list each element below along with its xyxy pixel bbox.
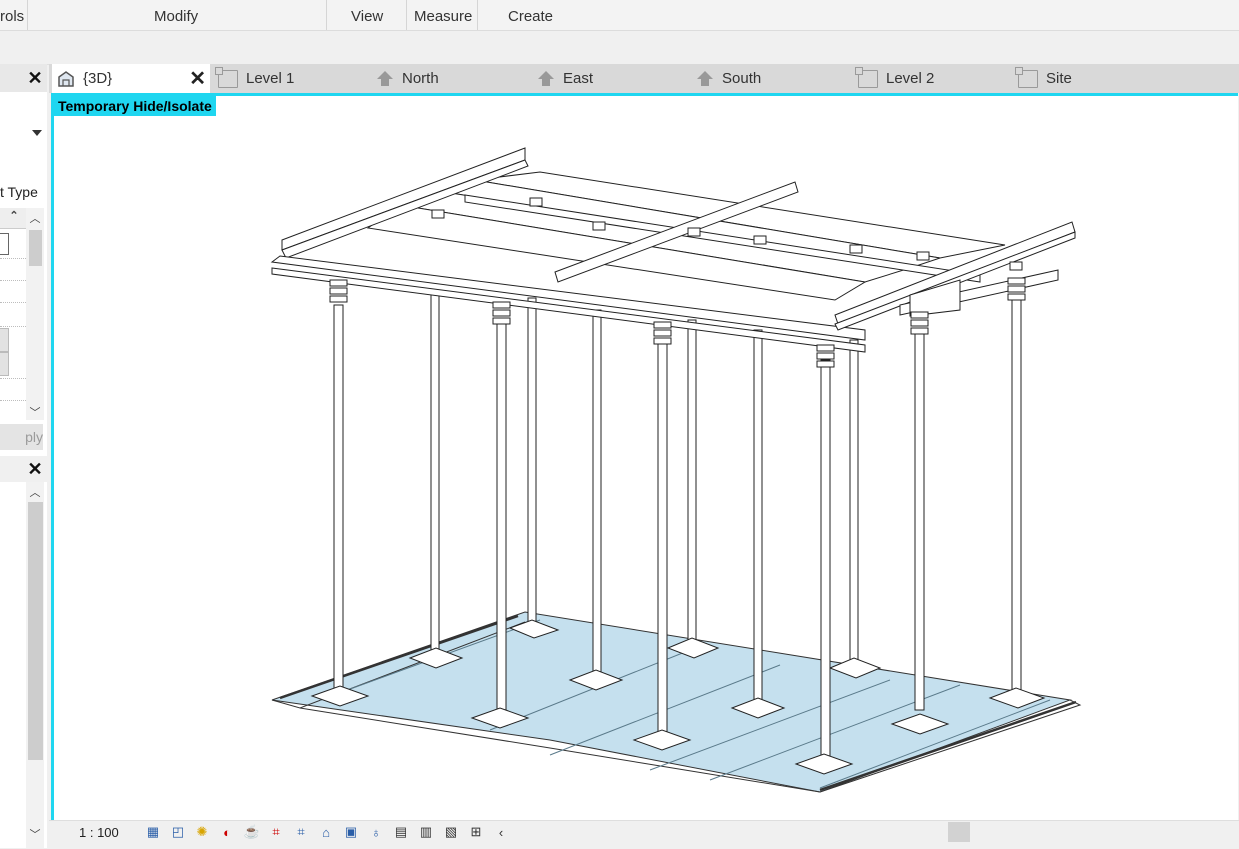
ribbon-separator [27, 0, 28, 30]
ribbon-separator [477, 0, 478, 30]
temporary-hide-isolate-banner: Temporary Hide/Isolate [54, 96, 216, 116]
grid-row [0, 302, 26, 303]
tab-label: Level 1 [246, 70, 295, 87]
3d-house-icon [58, 70, 74, 87]
property-checkbox[interactable] [0, 233, 9, 255]
tab-site[interactable]: Site [1015, 64, 1072, 93]
tab-label: Level 2 [886, 70, 935, 87]
shadows-icon[interactable]: ◐ [217, 823, 237, 841]
scrollbar-thumb[interactable] [29, 230, 42, 266]
highlight-displacement-icon[interactable]: ▤ [391, 823, 411, 841]
scrollbar-thumb[interactable] [28, 502, 43, 760]
metal-deck [271, 611, 1082, 793]
close-tab-icon[interactable]: ✕ [189, 66, 206, 91]
elevation-icon [376, 70, 394, 87]
close-properties-icon[interactable]: ✕ [26, 69, 44, 87]
view-scale[interactable]: 1 : 100 [79, 825, 119, 840]
tab-level-2[interactable]: Level 2 [855, 64, 935, 93]
temporary-hide-icon[interactable]: ▣ [341, 823, 361, 841]
shoring-3d-model[interactable] [260, 140, 1090, 800]
type-selector-dropdown-icon[interactable] [32, 130, 42, 136]
collapse-chevron-icon[interactable]: ⌃ [7, 209, 21, 222]
tab-3d[interactable]: {3D} ✕ [52, 64, 210, 93]
ribbon-panel-controls[interactable]: rols [0, 8, 24, 25]
scroll-down-icon[interactable]: ﹀ [28, 404, 42, 420]
collapse-icon[interactable]: ‹ [491, 823, 511, 841]
render-icon[interactable]: ☕ [242, 823, 262, 841]
close-project-browser-icon[interactable]: ✕ [26, 460, 44, 478]
reveal-hidden-icon[interactable]: ♁ [366, 823, 386, 841]
floor-plan-icon [215, 66, 238, 88]
grid-row [0, 258, 26, 259]
property-button[interactable] [0, 352, 9, 376]
scroll-up-icon[interactable]: ︿ [28, 210, 42, 226]
ribbon-panel-view[interactable]: View [351, 8, 383, 25]
tab-level-1[interactable]: Level 1 [215, 64, 295, 93]
tab-label: North [402, 70, 439, 87]
visual-style-icon[interactable]: ◰ [168, 823, 188, 841]
sun-path-icon[interactable]: ✺ [192, 823, 212, 841]
lock-3d-icon[interactable]: ⌂ [316, 823, 336, 841]
floor-plan-icon [1015, 66, 1038, 88]
grid-row [0, 400, 26, 401]
scroll-up-icon[interactable]: ︿ [28, 484, 42, 500]
grid-row [0, 280, 26, 281]
ribbon-panel-modify[interactable]: Modify [154, 8, 198, 25]
tab-label: South [722, 70, 762, 87]
tab-east[interactable]: East [537, 64, 593, 93]
elevation-icon [537, 70, 555, 87]
ribbon-panel-measure[interactable]: Measure [414, 8, 472, 25]
horizontal-scrollbar-thumb[interactable] [948, 822, 970, 842]
crop-view-icon[interactable]: ⌗ [266, 823, 286, 841]
tab-label: Site [1046, 70, 1072, 87]
apply-button[interactable]: ply [0, 424, 43, 450]
constraints-icon[interactable]: ⊞ [466, 823, 486, 841]
tab-south[interactable]: South [696, 64, 761, 93]
options-bar [0, 31, 1239, 65]
show-crop-icon[interactable]: ⌗ [291, 823, 311, 841]
floor-plan-icon [855, 66, 878, 88]
property-button[interactable] [0, 328, 9, 352]
detail-level-icon[interactable]: ▦ [143, 823, 163, 841]
analytical-model-icon[interactable]: ▧ [441, 823, 461, 841]
worksharing-icon[interactable]: ▥ [416, 823, 436, 841]
tab-north[interactable]: North [376, 64, 439, 93]
tab-label: {3D} [83, 70, 113, 87]
elevation-icon [696, 70, 714, 87]
ribbon-separator [406, 0, 407, 30]
grid-row [0, 326, 26, 327]
ribbon-separator [326, 0, 327, 30]
scroll-down-icon[interactable]: ﹀ [28, 826, 42, 842]
tab-label: East [563, 70, 594, 87]
ribbon-panel-create[interactable]: Create [508, 8, 553, 25]
edit-type-button[interactable]: t Type [0, 184, 38, 200]
grid-row [0, 378, 26, 379]
